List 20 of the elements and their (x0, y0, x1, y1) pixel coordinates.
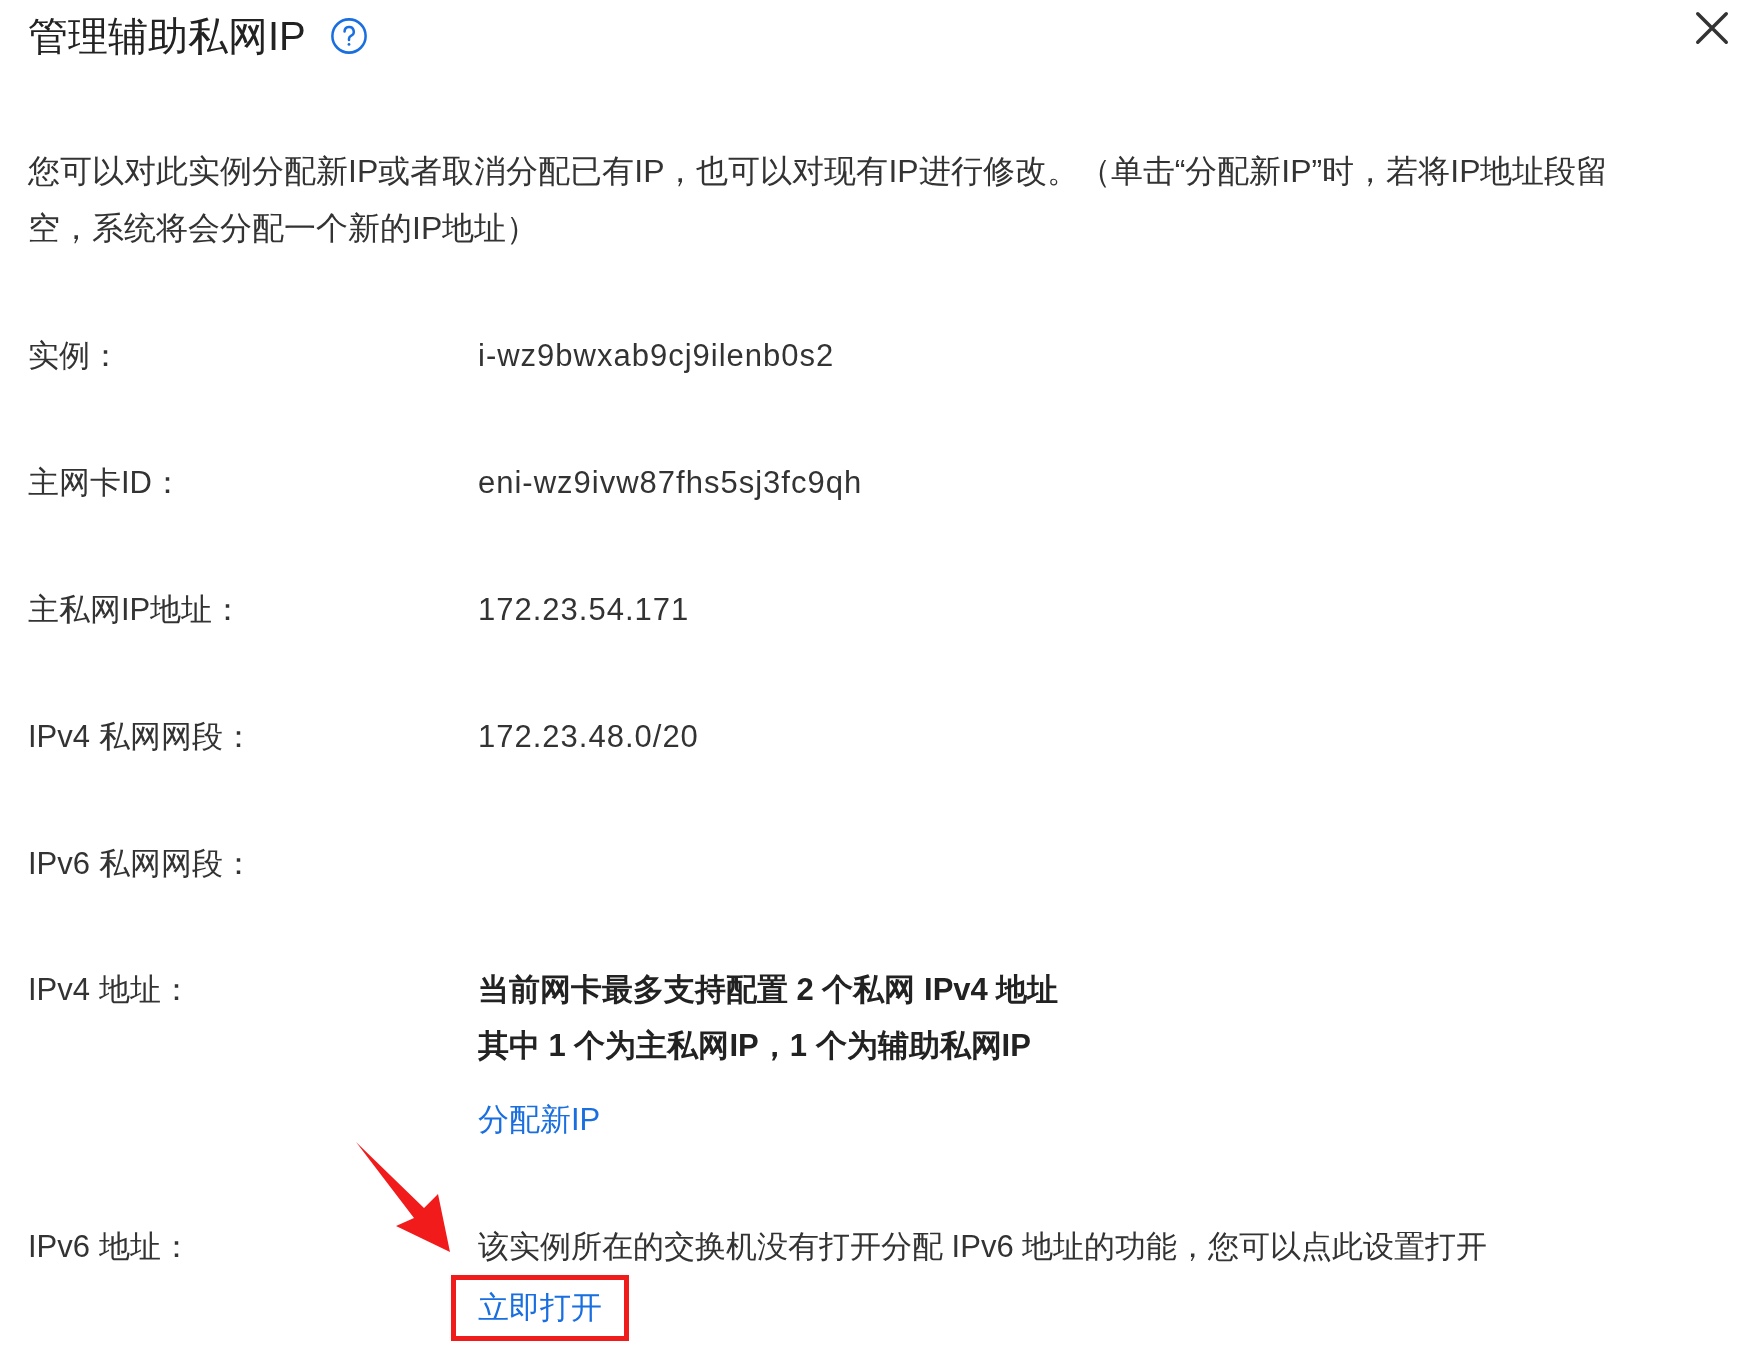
field-label: IPv6 地址： (28, 1228, 193, 1266)
dialog-title: 管理辅助私网IP (28, 13, 306, 60)
description-text: 您可以对此实例分配新IP或者取消分配已有IP，也可以对现有IP进行修改。（单击“分配新IP”时，若将IP地址段留空，系统将会分配一个新的IP地址） (28, 152, 1610, 248)
field-label: IPv4 私网网段： (28, 718, 255, 756)
assign-ip-link[interactable]: 分配新IP (478, 1091, 601, 1148)
field-value: 172.23.48.0/20 (478, 718, 699, 756)
help-icon[interactable] (329, 17, 368, 55)
field-label: IPv4 地址： (28, 971, 193, 1009)
field-value: i-wz9bwxab9cj9ilenb0s2 (478, 337, 835, 375)
field-value: eni-wz9ivw87fhs5sj3fc9qh (478, 464, 863, 502)
field-label: IPv6 私网网段： (28, 845, 255, 883)
field-label: 主私网IP地址： (28, 591, 245, 629)
close-icon (1693, 9, 1731, 47)
ipv6-notice-text: 该实例所在的交换机没有打开分配 IPv6 地址的功能，您可以点此设置打开 (478, 1228, 1488, 1266)
enable-now-link[interactable]: 立即打开 (478, 1280, 602, 1336)
field-value: 172.23.54.171 (478, 591, 690, 629)
field-label: 主网卡ID： (28, 464, 184, 502)
limit-text: 当前网卡最多支持配置 2 个私网 IPv4 地址 (478, 971, 1059, 1009)
limit-text: 其中 1 个为主私网IP，1 个为辅助私网IP (478, 1027, 1031, 1065)
field-label: 实例： (28, 337, 122, 375)
